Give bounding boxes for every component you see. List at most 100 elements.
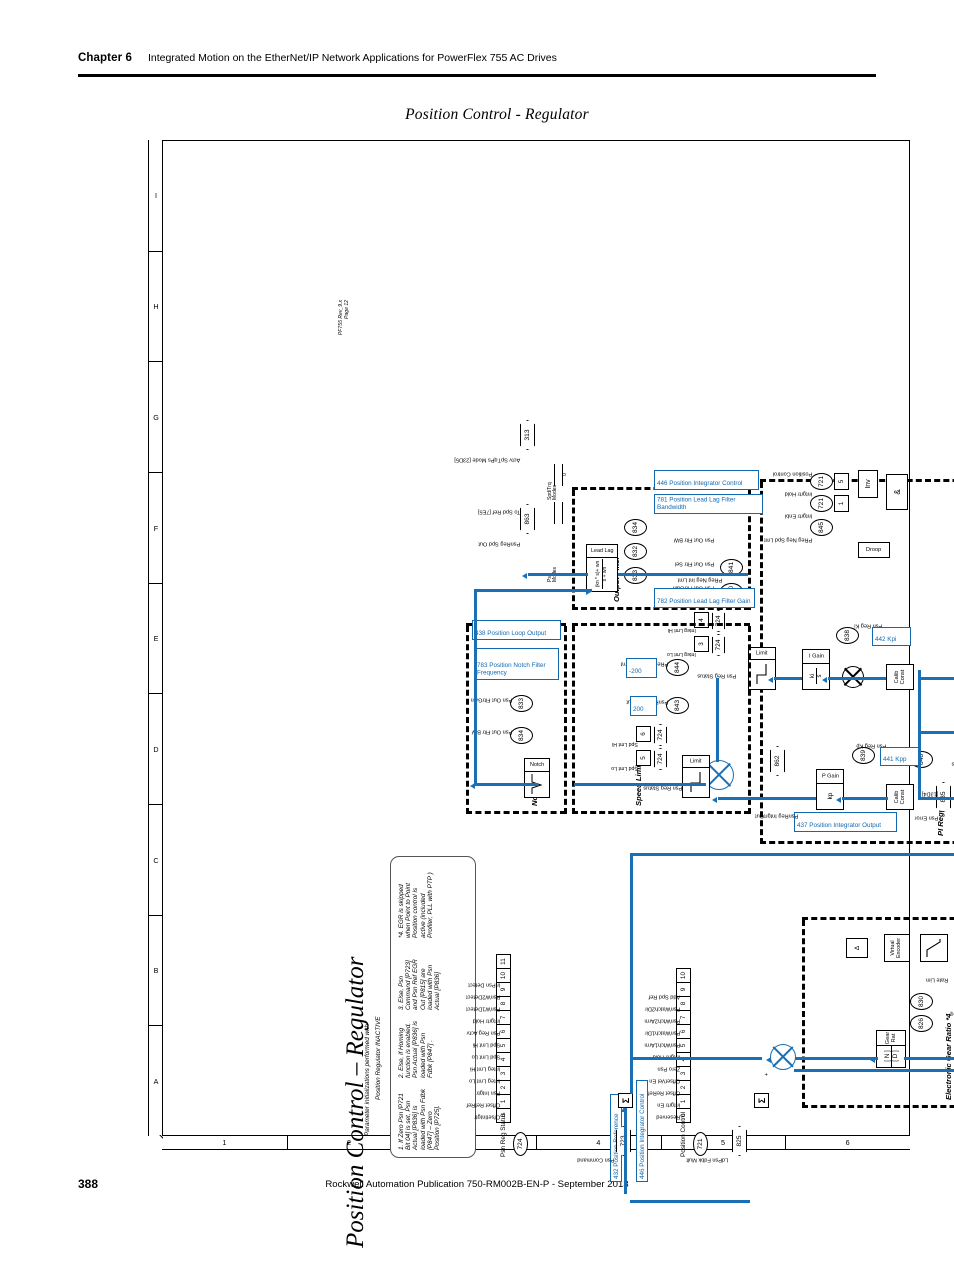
- init-note-item-3: *4. EGR is skipped when Point to Point P…: [398, 872, 434, 938]
- frame-row-A: A: [149, 1025, 163, 1137]
- label-psn-out-fltr-bw: Psn Out Fltr BW: [673, 536, 715, 543]
- label-to-spd-ref: To Spd Ref [7E5]: [477, 508, 521, 515]
- bit-cell-intgrtr-enbl: 1: [834, 495, 849, 512]
- label-intgrtr-enbl: Intgrtr Enbl: [784, 512, 813, 519]
- bus-ki-out: [774, 677, 802, 680]
- param-838: 838: [836, 627, 859, 644]
- spdlim-dash-left: [572, 811, 750, 814]
- param-846: 845: [810, 519, 833, 536]
- lead-lag-label-box: Lead Lag: [586, 544, 618, 558]
- egr-gear-rat-block: Gear Rat: [876, 1030, 906, 1046]
- droop-block: Droop: [858, 542, 890, 558]
- virtual-encoder-block: Virtual Encoder: [884, 934, 910, 962]
- init-note-intro-1: Parameter initializations performed with: [364, 1024, 371, 1136]
- label-integ-lmt-hi: Integ Lmt Hi: [667, 626, 696, 633]
- bit-label-4: Zero Psn: [657, 1065, 681, 1072]
- bus-fdbk-to-error: [918, 731, 954, 734]
- link-ref-782[interactable]: 782 Position Lead Lag Filter Gain: [654, 588, 755, 608]
- spdlim-dash-bottom: [748, 626, 751, 814]
- param-721-intgrtr-enbl: 721: [810, 495, 833, 512]
- frame-row-F: F: [149, 472, 163, 584]
- param-724-integ-hi: 724: [712, 610, 725, 632]
- mode-contact-1: [554, 502, 555, 524]
- link-ref-446-a[interactable]: 446 Position Integrator Control: [636, 1080, 649, 1182]
- bit-label-7: PsnWatch1Dir: [644, 1029, 681, 1036]
- param-816: 826: [910, 1015, 933, 1032]
- bit-label-9: PsnWatch2Dir: [644, 1005, 681, 1012]
- param-724-integ-lo: 724: [712, 634, 725, 656]
- schematic-canvas: Position Control – Regulator PF755 Rev_9…: [324, 280, 954, 1276]
- arrow-notch-up: [470, 783, 475, 789]
- wire-egr-out: [794, 1057, 878, 1060]
- bit-cell-integ-lo: 3: [694, 636, 709, 652]
- label-intgrtr-hold: Intgrtr Hold: [784, 490, 813, 497]
- bit-cell-spd-lo: 5: [636, 750, 651, 766]
- param-817: 830: [910, 993, 933, 1010]
- notch-dash-left: [466, 811, 566, 814]
- bit-label-3: OffsetVel En: [649, 1077, 681, 1084]
- label-position-control-logic: Position Control: [772, 470, 813, 477]
- wire-egr-in: [904, 1057, 954, 1060]
- param-832: 832: [624, 543, 647, 560]
- bit-label-10: Add Spd Ref: [648, 993, 681, 1000]
- init-note-item-1: 2. Else, if Homing function is enabled, …: [398, 1021, 434, 1078]
- revision-note: PF755 Rev_9.x Page 12: [338, 300, 351, 336]
- bus-integral-to-sum: [716, 678, 719, 762]
- frame-row-ruler: I HGFEDCBA: [148, 140, 163, 1136]
- init-note-intro-2: Position Regulator INACTIVE: [375, 1016, 382, 1100]
- bit-label-0: Reserved: [656, 1113, 681, 1120]
- param-313: 313: [520, 420, 535, 450]
- bit-label-1: Offset RefRef: [466, 1101, 501, 1108]
- link-ref-446-b[interactable]: 446 Position Integrator Control: [654, 470, 759, 490]
- link-ref-437[interactable]: 437 Position Integrator Output: [794, 812, 897, 832]
- frame-row-D: D: [149, 693, 163, 805]
- param-721-intgrtr-hold: 721: [810, 473, 833, 490]
- egr-dash-left: [802, 1105, 954, 1108]
- egr-d-label: [ D ]: [890, 1045, 899, 1067]
- bus-outfilter-in: [618, 573, 748, 576]
- param-834: 834: [624, 519, 647, 536]
- summer-sign-plus: +: [764, 1072, 770, 1076]
- arrow-kp-in: [836, 797, 841, 803]
- arrow-outfilter-down: [586, 589, 591, 595]
- bit-label-8: Intgrtr Hold: [472, 1017, 501, 1024]
- label-mode-zero: 0: [562, 473, 568, 476]
- sigma-block-2: Σ: [618, 1093, 633, 1108]
- param-815: 825: [732, 1126, 747, 1156]
- bit-label-10: PsnW2Detect: [466, 993, 501, 1000]
- param-830: 833: [510, 695, 533, 712]
- frame-row-H: H: [149, 250, 163, 363]
- frame-row-E: E: [149, 582, 163, 695]
- param-863: 863: [520, 504, 535, 534]
- bus-offset-path: [794, 1069, 954, 1072]
- param-831: 834: [510, 727, 533, 744]
- bus-ki-in: [828, 677, 886, 680]
- label-spd-lmt-lo: Spd Lmt Lo: [611, 764, 638, 771]
- pi-dash-right: [760, 479, 954, 482]
- header-rule: [78, 74, 876, 77]
- calib-const-block-1: Calib Const: [886, 784, 914, 810]
- link-ref-441[interactable]: 441 Kpp: [880, 747, 919, 766]
- calib-const-block-2: Calib Const: [886, 664, 914, 690]
- param-845: 844: [666, 659, 689, 676]
- link-ref-442[interactable]: 442 Kpi: [872, 627, 911, 646]
- arrow-egr-in: [870, 1057, 875, 1063]
- rate-lim-block: [920, 934, 948, 962]
- label-psn-error: Psn Error: [914, 814, 939, 821]
- label-psnreg-spd-out: PsnReg Spd Out: [478, 540, 521, 547]
- label-psn-ntch-fltrfreq: Psn Out FltrGain: [470, 696, 513, 703]
- lead-lag-transfer-block: (kn * s)+ wn s + wn: [586, 556, 618, 592]
- bit-label-6: PsnWtch1Arm: [644, 1041, 681, 1048]
- label-psn-ref-egr-out: LdPsn Fdbk Mult: [686, 1156, 729, 1163]
- link-ref-783[interactable]: 783 Position Notch Filter Frequency: [474, 648, 559, 680]
- mode-contact-2: [562, 502, 563, 524]
- notch-dash-top: [466, 626, 469, 814]
- label-psn-reg-droop: PReg Neg Spd Lmt: [764, 536, 813, 543]
- sigma-block-1: Σ: [754, 1093, 769, 1108]
- spdlim-dash-right: [572, 623, 750, 626]
- link-ref-438[interactable]: 438 Position Loop Output: [472, 620, 561, 640]
- bus-psn-cmd-down: [630, 1200, 750, 1203]
- bit-label-5: Spd Lmt Lo: [471, 1053, 501, 1060]
- link-ref-781[interactable]: 781 Position Lead Lag Filter Bandwidth: [654, 494, 763, 514]
- bus-egr-path: [630, 1057, 762, 1060]
